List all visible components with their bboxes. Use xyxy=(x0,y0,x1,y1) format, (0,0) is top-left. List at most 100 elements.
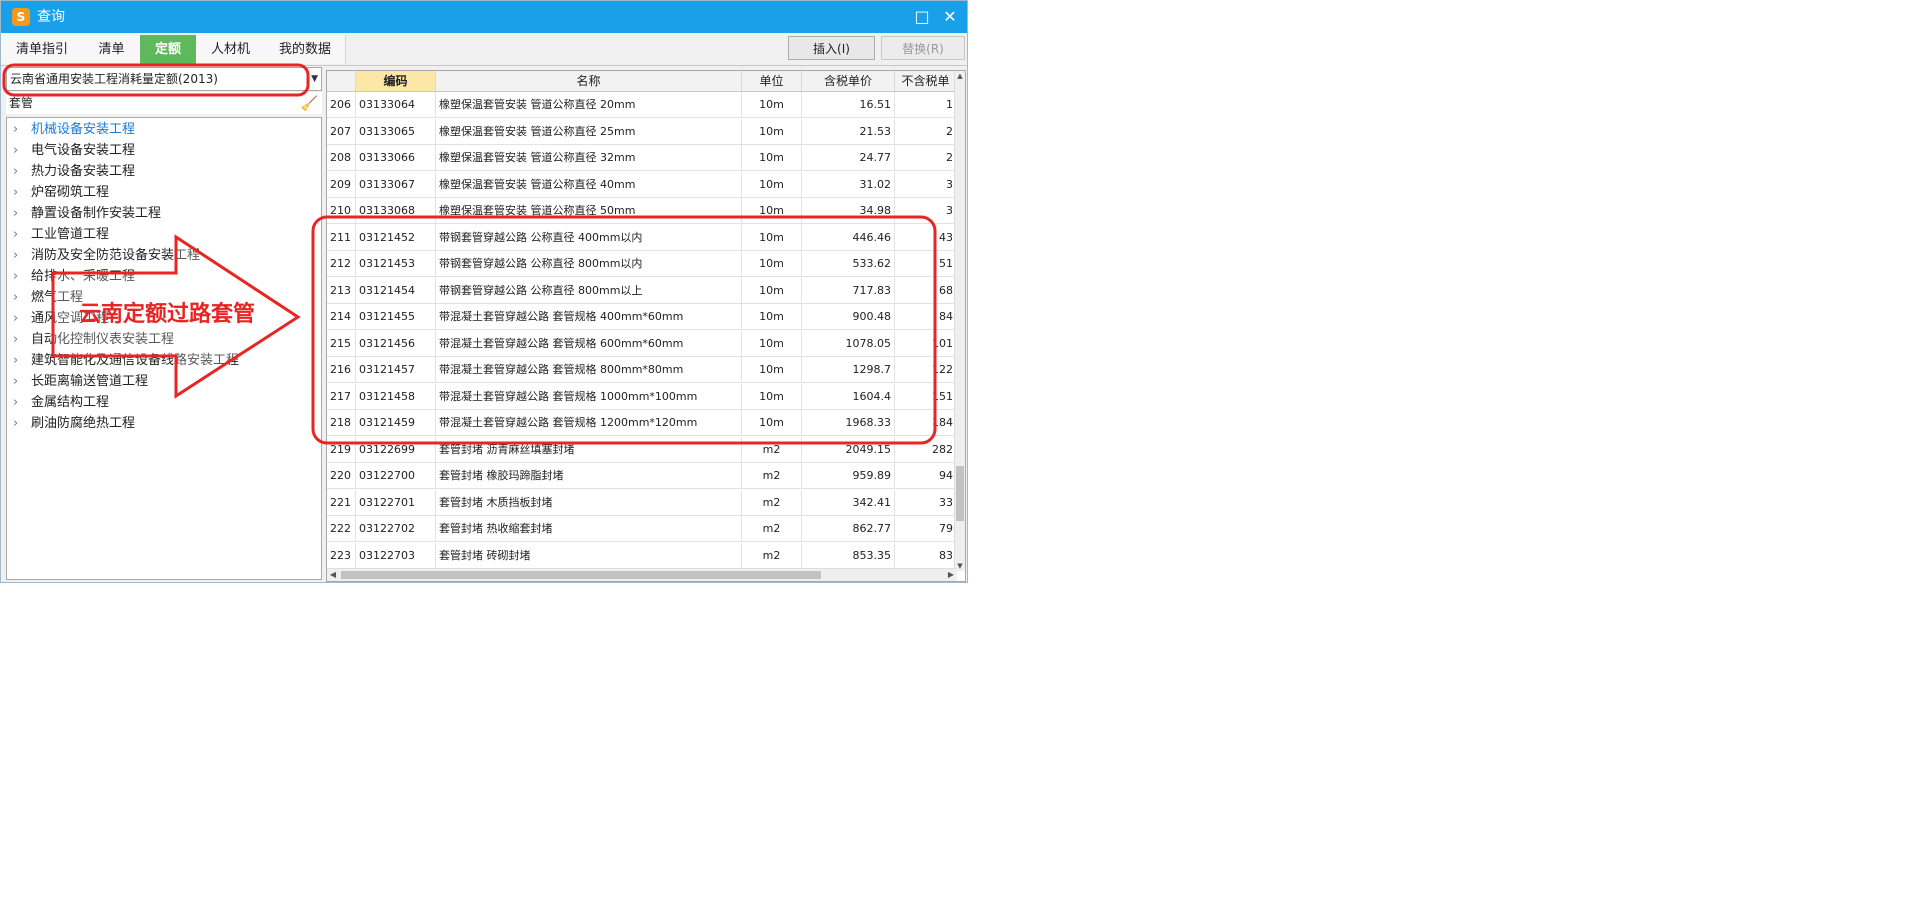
column-header-unit[interactable]: 单位 xyxy=(742,71,802,91)
row-notax-price: 184 xyxy=(895,410,957,435)
row-tax-price: 853.35 xyxy=(802,542,895,568)
tree-item[interactable]: › 热力设备安装工程 xyxy=(7,161,317,182)
table-row[interactable]: 213 03121454 带钢套管穿越公路 公称直径 800mm以上 10m 717.8… xyxy=(327,277,957,304)
close-icon[interactable]: ✕ xyxy=(937,5,963,29)
row-code: 03133068 xyxy=(356,198,436,223)
row-unit: 10m xyxy=(742,410,802,435)
tree-item[interactable]: › 炉窑砌筑工程 xyxy=(7,182,317,203)
tree-item[interactable]: › 工业管道工程 xyxy=(7,224,317,245)
column-header-name[interactable]: 名称 xyxy=(436,71,742,91)
chevron-right-icon[interactable]: › xyxy=(13,266,18,287)
table-row[interactable]: 206 03133064 橡塑保温套管安装 管道公称直径 20mm 10m 16.51 1 xyxy=(327,92,957,118)
row-notax-price: 122 xyxy=(895,357,957,382)
tree-item[interactable]: › 电气设备安装工程 xyxy=(7,140,317,161)
table-row[interactable]: 216 03121457 带混凝土套管穿越公路 套管规格 800mm*80mm 10m… xyxy=(327,357,957,383)
maximize-icon[interactable]: □ xyxy=(909,5,935,29)
column-header-index[interactable] xyxy=(327,71,356,91)
window-title: 查询 xyxy=(37,9,65,25)
row-notax-price: 68 xyxy=(895,277,957,303)
table-row[interactable]: 221 03122701 套管封堵 木质挡板封堵 m2 342.41 33 xyxy=(327,489,957,516)
tree-item[interactable]: › 长距离输送管道工程 xyxy=(7,371,317,392)
query-window: S 查询 □ ✕ 清单指引 清单 定额 人材机 我的数据 插入(I) 替换(R)… xyxy=(0,0,968,583)
tab-quota[interactable]: 定额 xyxy=(140,35,197,64)
title-bar[interactable]: S 查询 □ ✕ xyxy=(1,1,967,33)
column-header-tax-price[interactable]: 含税单价 xyxy=(802,71,895,91)
row-tax-price: 31.02 xyxy=(802,171,895,197)
scroll-right-icon[interactable]: ▶ xyxy=(945,569,957,581)
row-index: 222 xyxy=(327,516,356,541)
row-name: 套管封堵 沥青麻丝填塞封堵 xyxy=(436,436,742,462)
chevron-right-icon[interactable]: › xyxy=(13,287,18,308)
row-tax-price: 342.41 xyxy=(802,489,895,515)
chevron-right-icon[interactable]: › xyxy=(13,329,18,350)
tree-item[interactable]: › 刷油防腐绝热工程 xyxy=(7,413,317,434)
chevron-right-icon[interactable]: › xyxy=(13,350,18,371)
tree-item[interactable]: › 自动化控制仪表安装工程 xyxy=(7,329,317,350)
table-row[interactable]: 223 03122703 套管封堵 砖砌封堵 m2 853.35 83 xyxy=(327,542,957,569)
chevron-right-icon[interactable]: › xyxy=(13,119,18,140)
table-row[interactable]: 208 03133066 橡塑保温套管安装 管道公称直径 32mm 10m 24.77 2 xyxy=(327,145,957,171)
table-row[interactable]: 220 03122700 套管封堵 橡胶玛蹄脂封堵 m2 959.89 94 xyxy=(327,463,957,489)
search-input[interactable]: 套管 🧹 xyxy=(6,92,322,114)
chevron-right-icon[interactable]: › xyxy=(13,392,18,413)
chevron-right-icon[interactable]: › xyxy=(13,371,18,392)
tree-item[interactable]: › 金属结构工程 xyxy=(7,392,317,413)
tab-list[interactable]: 清单 xyxy=(83,35,141,64)
table-row[interactable]: 218 03121459 带混凝土套管穿越公路 套管规格 1200mm*120mm 1… xyxy=(327,410,957,436)
insert-button[interactable]: 插入(I) xyxy=(788,36,875,60)
replace-button[interactable]: 替换(R) xyxy=(881,36,965,60)
chevron-right-icon[interactable]: › xyxy=(13,245,18,266)
tab-materials[interactable]: 人材机 xyxy=(196,35,266,64)
table-row[interactable]: 215 03121456 带混凝土套管穿越公路 套管规格 600mm*60mm 10m… xyxy=(327,330,957,357)
chevron-right-icon[interactable]: › xyxy=(13,140,18,161)
tree-item[interactable]: › 机械设备安装工程 xyxy=(7,119,317,140)
clear-broom-icon[interactable]: 🧹 xyxy=(301,93,318,115)
vertical-scroll-thumb[interactable] xyxy=(956,466,964,521)
chevron-down-icon[interactable]: ▼ xyxy=(311,68,318,90)
chevron-right-icon[interactable]: › xyxy=(13,413,18,434)
table-row[interactable]: 214 03121455 带混凝土套管穿越公路 套管规格 400mm*60mm 10m… xyxy=(327,304,957,330)
tab-list-guide[interactable]: 清单指引 xyxy=(1,35,84,64)
row-tax-price: 900.48 xyxy=(802,304,895,329)
row-index: 206 xyxy=(327,92,356,117)
table-row[interactable]: 219 03122699 套管封堵 沥青麻丝填塞封堵 m2 2049.15 282 xyxy=(327,436,957,463)
chevron-right-icon[interactable]: › xyxy=(13,203,18,224)
tree-item[interactable]: › 给排水、采暖工程 xyxy=(7,266,317,287)
chevron-right-icon[interactable]: › xyxy=(13,182,18,203)
row-tax-price: 959.89 xyxy=(802,463,895,488)
tree-item[interactable]: › 建筑智能化及通信设备线路安装工程 xyxy=(7,350,317,371)
row-index: 211 xyxy=(327,224,356,250)
horizontal-scrollbar[interactable]: ◀ ▶ xyxy=(327,568,957,581)
table-row[interactable]: 222 03122702 套管封堵 热收缩套封堵 m2 862.77 79 xyxy=(327,516,957,542)
table-row[interactable]: 212 03121453 带钢套管穿越公路 公称直径 800mm以内 10m 533.6… xyxy=(327,251,957,277)
tree-item-label: 炉窑砌筑工程 xyxy=(31,185,110,200)
row-unit: m2 xyxy=(742,463,802,488)
chevron-right-icon[interactable]: › xyxy=(13,308,18,329)
column-header-notax-price[interactable]: 不含税单 xyxy=(895,71,957,91)
table-row[interactable]: 207 03133065 橡塑保温套管安装 管道公称直径 25mm 10m 21.53 2 xyxy=(327,118,957,145)
table-row[interactable]: 211 03121452 带钢套管穿越公路 公称直径 400mm以内 10m 446.4… xyxy=(327,224,957,251)
row-code: 03122699 xyxy=(356,436,436,462)
row-code: 03121458 xyxy=(356,383,436,409)
library-select[interactable]: 云南省通用安装工程消耗量定额(2013) ▼ xyxy=(6,67,322,91)
row-name: 橡塑保温套管安装 管道公称直径 32mm xyxy=(436,145,742,170)
column-header-code[interactable]: 编码 xyxy=(356,71,436,91)
chapter-tree: › 机械设备安装工程 › 电气设备安装工程 › 热力设备安装工程 › 炉窑砌筑工程 › 静… xyxy=(6,117,322,580)
vertical-scrollbar[interactable]: ▲ ▼ xyxy=(954,71,965,571)
row-unit: m2 xyxy=(742,542,802,568)
table-row[interactable]: 209 03133067 橡塑保温套管安装 管道公称直径 40mm 10m 31.02 3 xyxy=(327,171,957,198)
table-row[interactable]: 210 03133068 橡塑保温套管安装 管道公称直径 50mm 10m 34.98 3 xyxy=(327,198,957,224)
tab-my-data[interactable]: 我的数据 xyxy=(265,35,346,64)
chevron-right-icon[interactable]: › xyxy=(13,161,18,182)
row-name: 带钢套管穿越公路 公称直径 800mm以上 xyxy=(436,277,742,303)
tree-item[interactable]: › 消防及安全防范设备安装工程 xyxy=(7,245,317,266)
row-index: 210 xyxy=(327,198,356,223)
chevron-right-icon[interactable]: › xyxy=(13,224,18,245)
horizontal-scroll-thumb[interactable] xyxy=(341,571,821,579)
row-code: 03121459 xyxy=(356,410,436,435)
scroll-left-icon[interactable]: ◀ xyxy=(327,569,339,581)
scroll-up-icon[interactable]: ▲ xyxy=(955,71,965,81)
tree-item[interactable]: › 静置设备制作安装工程 xyxy=(7,203,317,224)
table-row[interactable]: 217 03121458 带混凝土套管穿越公路 套管规格 1000mm*100mm 1… xyxy=(327,383,957,410)
row-tax-price: 1604.4 xyxy=(802,383,895,409)
